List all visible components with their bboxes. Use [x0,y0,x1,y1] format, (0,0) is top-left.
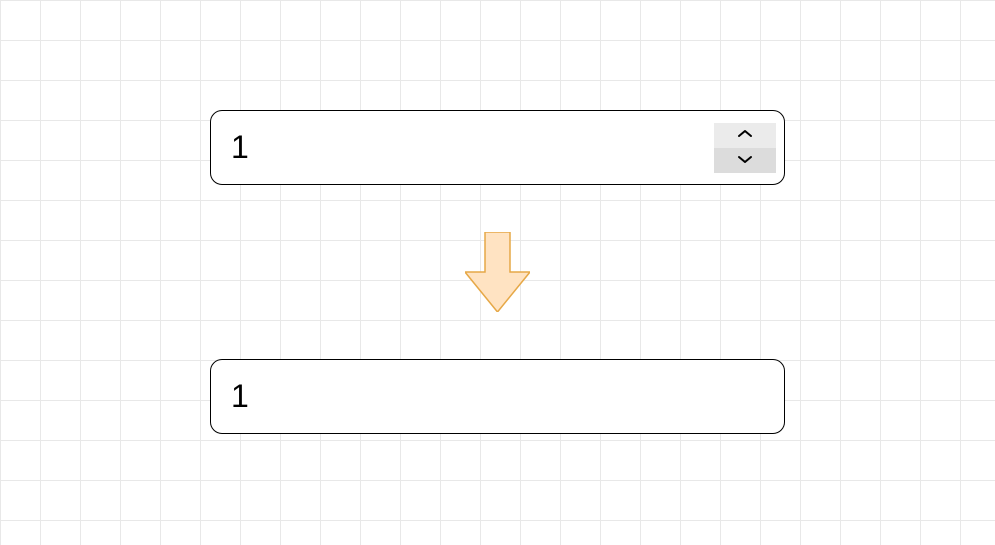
input-value-top: 1 [231,129,764,166]
number-input-with-spinner[interactable]: 1 [210,110,785,185]
number-input-plain[interactable]: 1 [210,359,785,434]
transform-arrow-icon [465,232,530,312]
spinner-down-button[interactable] [714,148,776,173]
spinner-control [714,123,776,173]
spinner-up-button[interactable] [714,123,776,148]
input-value-bottom: 1 [231,378,764,415]
chevron-down-icon [737,151,753,169]
chevron-up-icon [737,126,753,144]
